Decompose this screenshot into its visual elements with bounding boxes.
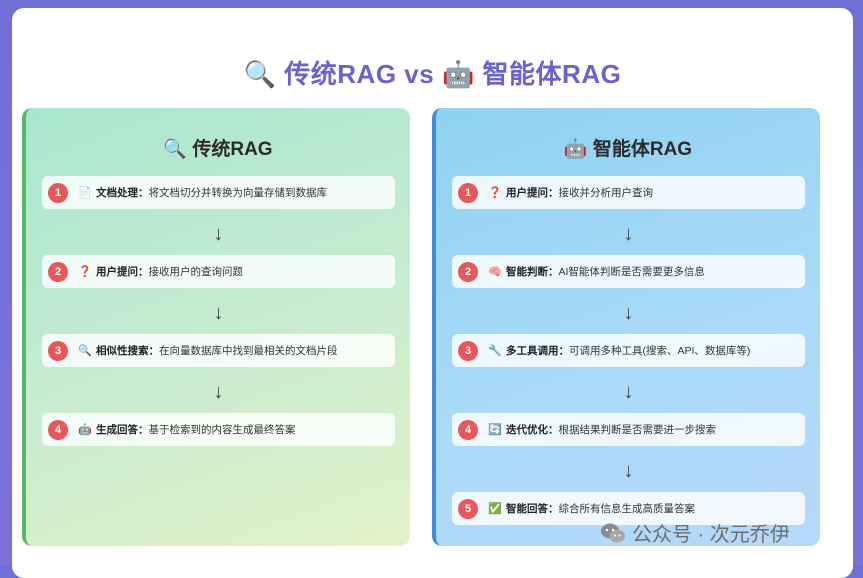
title-left: 传统RAG [284, 59, 397, 89]
arrow-down-icon: ↓ [213, 381, 224, 403]
step-number: 1 [458, 182, 478, 203]
arrow-down-icon: ↓ [623, 223, 634, 245]
step-description: 基于检索到的内容生成最终答案 [148, 424, 296, 436]
robot-icon: 🤖 [441, 59, 475, 89]
document-icon: 📄 [78, 187, 92, 199]
step-description: 在向量数据库中找到最相关的文档片段 [159, 345, 338, 357]
step-number: 4 [48, 419, 68, 440]
step-label: 文档处理： [96, 187, 149, 199]
step-number: 3 [48, 340, 68, 361]
step-number: 3 [458, 340, 478, 361]
refresh-icon: 🔄 [488, 424, 502, 436]
step-description: AI智能体判断是否需要更多信息 [558, 266, 705, 278]
step-label: 智能判断： [506, 266, 559, 278]
step-number: 1 [48, 182, 68, 203]
search-icon: 🔍 [78, 345, 92, 357]
step-number: 4 [458, 419, 478, 440]
page-title: 🔍 传统RAG vs 🤖 智能体RAG [12, 54, 853, 91]
step-item: 2 🧠 智能判断：AI智能体判断是否需要更多信息 [452, 255, 805, 288]
step-item: 3 🔧 多工具调用：可调用多种工具(搜索、API、数据库等) [452, 334, 805, 367]
step-description: 接收用户的查询问题 [148, 266, 244, 278]
step-item: 3 🔍 相似性搜索：在向量数据库中找到最相关的文档片段 [42, 334, 395, 367]
step-number: 2 [458, 261, 478, 282]
step-description: 综合所有信息生成高质量答案 [558, 503, 696, 515]
robot-icon: 🤖 [78, 424, 92, 436]
step-item: 4 🤖 生成回答：基于检索到的内容生成最终答案 [42, 413, 395, 446]
robot-icon: 🤖 [563, 139, 588, 160]
step-description: 接收并分析用户查询 [558, 187, 654, 199]
step-item: 1 ❓ 用户提问：接收并分析用户查询 [452, 176, 805, 209]
step-label: 用户提问： [506, 187, 559, 199]
step-item: 1 📄 文档处理：将文档切分并转换为向量存储到数据库 [42, 176, 395, 209]
panel-title-agent: 🤖 智能体RAG [563, 139, 693, 160]
step-label: 生成回答： [96, 424, 149, 436]
watermark: 公众号 · 次元乔伊 [600, 518, 790, 547]
title-right: 智能体RAG [482, 59, 622, 89]
traditional-rag-panel: 🔍 传统RAG 1 📄 文档处理：将文档切分并转换为向量存储到数据库 ↓ 2 ❓… [22, 108, 410, 546]
arrow-down-icon: ↓ [213, 302, 224, 324]
step-description: 根据结果判断是否需要进一步搜索 [558, 424, 717, 436]
wrench-icon: 🔧 [488, 345, 502, 357]
arrow-down-icon: ↓ [623, 460, 634, 482]
step-label: 用户提问： [96, 266, 149, 278]
step-label: 相似性搜索： [96, 345, 159, 357]
arrow-down-icon: ↓ [623, 302, 634, 324]
wechat-icon [600, 522, 626, 544]
question-icon: ❓ [78, 266, 92, 278]
step-description: 可调用多种工具(搜索、API、数据库等) [569, 345, 751, 357]
watermark-text: 公众号 · 次元乔伊 [632, 524, 790, 546]
step-label: 迭代优化： [506, 424, 559, 436]
step-item: 4 🔄 迭代优化：根据结果判断是否需要进一步搜索 [452, 413, 805, 446]
step-number: 5 [458, 498, 478, 519]
step-number: 2 [48, 261, 68, 282]
title-vs: vs [404, 59, 435, 89]
step-description: 将文档切分并转换为向量存储到数据库 [148, 187, 328, 199]
check-icon: ✅ [488, 503, 502, 515]
search-icon: 🔍 [163, 139, 188, 160]
agent-rag-panel: 🤖 智能体RAG 1 ❓ 用户提问：接收并分析用户查询 ↓ 2 🧠 智能判断：A… [432, 108, 820, 546]
question-icon: ❓ [488, 187, 502, 199]
brain-icon: 🧠 [488, 266, 502, 278]
search-icon: 🔍 [243, 59, 277, 89]
step-label: 多工具调用： [506, 345, 569, 357]
arrow-down-icon: ↓ [623, 381, 634, 403]
arrow-down-icon: ↓ [213, 223, 224, 245]
panel-title-traditional: 🔍 传统RAG [163, 139, 273, 160]
step-item: 2 ❓ 用户提问：接收用户的查询问题 [42, 255, 395, 288]
step-label: 智能回答： [506, 503, 559, 515]
